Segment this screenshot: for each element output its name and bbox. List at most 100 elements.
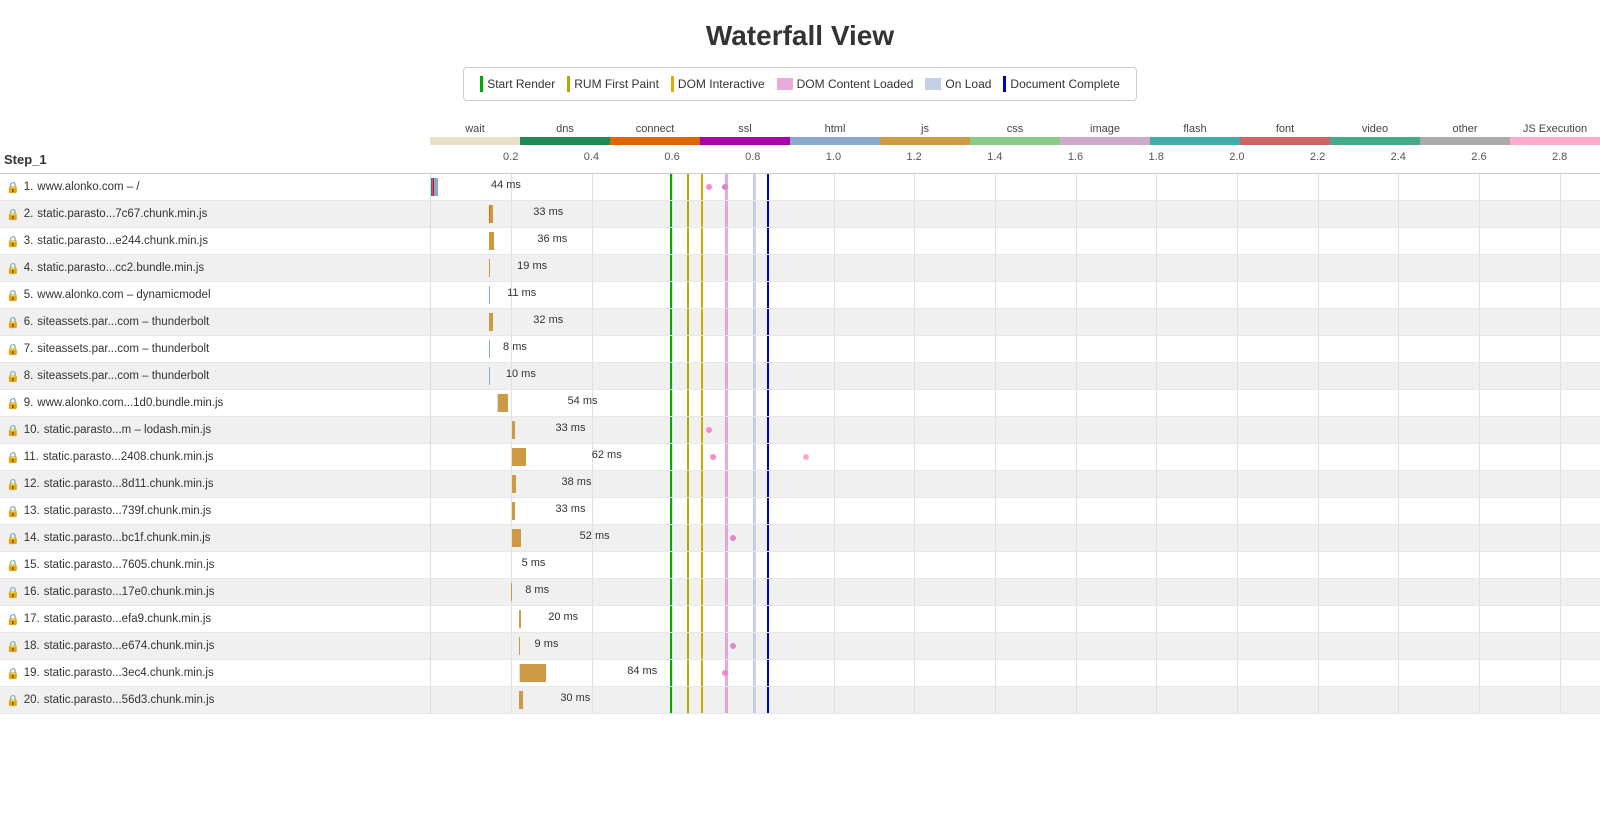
chart-inner: 54 ms: [431, 390, 1600, 416]
marker-line: [767, 336, 769, 362]
timing-text: 9 ms: [535, 638, 559, 650]
resource-name: static.parasto...3ec4.chunk.min.js: [44, 667, 214, 679]
legend-item-on-load: On Load: [925, 77, 991, 91]
chart-inner: 5 ms: [431, 552, 1600, 578]
marker-line: [753, 471, 756, 497]
marker-line: [753, 498, 756, 524]
table-row: 🔒2.static.parasto...7c67.chunk.min.js33 …: [0, 201, 1600, 228]
marker-line: [701, 255, 703, 281]
marker-line: [687, 255, 689, 281]
marker-line: [670, 687, 672, 713]
marker-line: [753, 174, 756, 200]
axis-row: Step_1 0.20.40.60.81.01.21.41.61.82.02.22…: [0, 145, 1600, 174]
bar-container: [497, 394, 564, 412]
resource-name: static.parasto...bc1f.chunk.min.js: [44, 532, 211, 544]
marker-line: [753, 282, 756, 308]
chart-inner: 33 ms: [431, 417, 1600, 443]
resource-type-dns: dns: [520, 123, 610, 145]
marker-line: [670, 444, 672, 470]
marker-line: [701, 606, 703, 632]
chart-inner: 8 ms: [431, 579, 1600, 605]
marker-line: [725, 471, 728, 497]
table-row: 🔒1.www.alonko.com – /44 ms: [0, 174, 1600, 201]
marker-line: [767, 255, 769, 281]
table-row: 🔒10.static.parasto...m – lodash.min.js33…: [0, 417, 1600, 444]
bar-container: [489, 340, 499, 358]
resource-name: static.parasto...739f.chunk.min.js: [44, 505, 211, 517]
resource-number: 5.: [24, 289, 34, 301]
resource-number: 7.: [24, 343, 34, 355]
resource-number: 16.: [24, 586, 40, 598]
resource-number: 1.: [24, 181, 34, 193]
resource-type-css: css: [970, 123, 1060, 145]
legend-item-start-render: Start Render: [480, 76, 555, 92]
time-axis: 0.20.40.60.81.01.21.41.61.82.02.22.42.62…: [430, 149, 1600, 169]
timing-text: 44 ms: [491, 179, 521, 191]
marker-line: [670, 201, 672, 227]
chart-inner: 11 ms: [431, 282, 1600, 308]
marker-line: [687, 471, 689, 497]
resource-name: static.parasto...17e0.chunk.min.js: [44, 586, 215, 598]
timing-text: 30 ms: [560, 692, 590, 704]
marker-line: [687, 363, 689, 389]
resource-name: static.parasto...8d11.chunk.min.js: [44, 478, 214, 490]
timing-text: 11 ms: [507, 287, 536, 299]
resource-name: static.parasto...2408.chunk.min.js: [43, 451, 214, 463]
marker-line: [670, 363, 672, 389]
resource-type-other: other: [1420, 123, 1510, 145]
resource-name: static.parasto...m – lodash.min.js: [44, 424, 211, 436]
marker-line: [687, 552, 689, 578]
bar-container: [519, 610, 544, 628]
chart-inner: 84 ms: [431, 660, 1600, 686]
legend-item-document-complete: Document Complete: [1003, 76, 1119, 92]
marker-line: [725, 498, 728, 524]
marker-line: [701, 660, 703, 686]
marker-line: [670, 606, 672, 632]
marker-line: [687, 525, 689, 551]
timing-text: 8 ms: [503, 341, 527, 353]
marker-line: [753, 633, 756, 659]
lock-icon: 🔒: [6, 505, 20, 518]
resource-name: static.parasto...56d3.chunk.min.js: [44, 694, 215, 706]
chart-inner: 52 ms: [431, 525, 1600, 551]
marker-line: [687, 444, 689, 470]
marker-line: [670, 309, 672, 335]
bar-container: [489, 259, 513, 277]
marker-line: [670, 660, 672, 686]
marker-line: [725, 525, 728, 551]
dot-marker: [710, 454, 716, 460]
marker-line: [701, 552, 703, 578]
lock-icon: 🔒: [6, 397, 20, 410]
lock-icon: 🔒: [6, 343, 20, 356]
resource-type-connect: connect: [610, 123, 700, 145]
marker-line: [687, 417, 689, 443]
step-label: Step_1: [0, 152, 47, 167]
marker-line: [701, 309, 703, 335]
marker-line: [725, 174, 728, 200]
marker-line: [753, 660, 756, 686]
table-row: 🔒11.static.parasto...2408.chunk.min.js62…: [0, 444, 1600, 471]
timing-text: 62 ms: [592, 449, 622, 461]
marker-line: [701, 174, 703, 200]
legend: Start RenderRUM First PaintDOM Interacti…: [463, 67, 1137, 101]
resource-number: 17.: [24, 613, 40, 625]
lock-icon: 🔒: [6, 667, 20, 680]
marker-line: [767, 579, 769, 605]
resource-number: 11.: [24, 451, 39, 463]
lock-icon: 🔒: [6, 640, 20, 653]
resource-name: static.parasto...e674.chunk.min.js: [44, 640, 215, 652]
table-row: 🔒8.siteassets.par...com – thunderbolt10 …: [0, 363, 1600, 390]
marker-line: [767, 444, 769, 470]
table-row: 🔒12.static.parasto...8d11.chunk.min.js38…: [0, 471, 1600, 498]
resource-number: 9.: [24, 397, 34, 409]
marker-line: [687, 498, 689, 524]
chart-inner: 32 ms: [431, 309, 1600, 335]
table-row: 🔒4.static.parasto...cc2.bundle.min.js19 …: [0, 255, 1600, 282]
marker-line: [753, 309, 756, 335]
marker-line: [767, 633, 769, 659]
marker-line: [753, 525, 756, 551]
marker-line: [725, 363, 728, 389]
resource-type-ssl: ssl: [700, 123, 790, 145]
marker-line: [753, 255, 756, 281]
marker-line: [767, 363, 769, 389]
